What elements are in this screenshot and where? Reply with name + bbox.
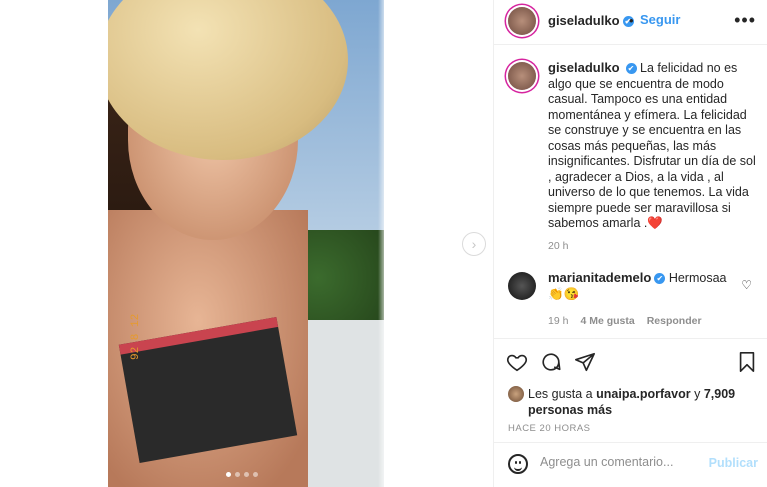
share-paper-plane-icon[interactable] [574, 351, 596, 373]
emoji-icon[interactable] [508, 454, 528, 474]
post-caption: giseladulko ✔ La felicidad no es algo que… [508, 60, 758, 252]
carousel-next-button[interactable]: › [462, 232, 486, 256]
photo-edge [378, 0, 384, 487]
chevron-right-icon: › [471, 236, 477, 252]
caption-time[interactable]: 20 h [548, 240, 568, 252]
commenter-avatar[interactable] [508, 272, 536, 300]
comment-text-block: marianitademelo ✔ Hermosaa👏😘 [548, 270, 758, 302]
comment-bubble-icon[interactable] [540, 351, 562, 373]
follow-button[interactable]: Seguir [640, 12, 680, 27]
more-options-icon[interactable]: ••• [734, 10, 756, 31]
carousel-dot [244, 472, 249, 477]
comment-like-heart-icon[interactable]: ♡ [741, 278, 752, 292]
comment-item: marianitademelo ✔ Hermosaa👏😘 ♡ 19 h 4 Me … [508, 270, 758, 327]
post-timeago[interactable]: HACE 20 HORAS [508, 423, 591, 434]
caption-text-block: giseladulko ✔ La felicidad no es algo que… [548, 60, 758, 232]
author-avatar[interactable] [508, 7, 536, 35]
commenter-username[interactable]: marianitademelo [548, 270, 651, 285]
liker-username[interactable]: unaipa.porfavor [596, 387, 690, 401]
likes-prefix: Les gusta a [528, 387, 593, 401]
comment-time[interactable]: 19 h [548, 315, 568, 327]
likes-summary: Les gusta a unaipa.porfavor y 7,909 pers… [508, 386, 758, 418]
liker-avatar[interactable] [508, 386, 524, 402]
post-media-area: 92 8 12 › [0, 0, 493, 487]
add-comment-bar: Publicar [494, 442, 767, 487]
like-heart-icon[interactable] [506, 351, 528, 373]
header-separator: • [629, 13, 634, 28]
carousel-dot [253, 472, 258, 477]
author-username[interactable]: giseladulko [548, 13, 620, 28]
post-side-panel: giseladulko ✔ • Seguir ••• giseladulko ✔ L… [493, 0, 767, 487]
comment-input[interactable] [540, 455, 700, 469]
verified-badge-icon: ✔ [654, 273, 666, 285]
author-username-container: giseladulko ✔ [548, 13, 634, 28]
publish-button[interactable]: Publicar [709, 456, 758, 470]
post-header: giseladulko ✔ • Seguir ••• [494, 0, 767, 45]
caption-username[interactable]: giseladulko [548, 60, 620, 75]
carousel-dot [235, 472, 240, 477]
save-bookmark-icon[interactable] [736, 351, 758, 373]
comment-meta: 19 h 4 Me gusta Responder [548, 315, 702, 327]
photo-date-stamp: 92 8 12 [130, 313, 142, 360]
post-actions-bar [494, 338, 767, 379]
reply-button[interactable]: Responder [647, 315, 702, 327]
post-photo[interactable]: 92 8 12 [108, 0, 384, 487]
comment-likes[interactable]: 4 Me gusta [580, 315, 634, 327]
likes-text: Les gusta a unaipa.porfavor y 7,909 pers… [528, 386, 758, 418]
verified-badge-icon: ✔ [625, 63, 637, 75]
likes-conj: y [694, 387, 701, 401]
caption-avatar[interactable] [508, 62, 536, 90]
carousel-dots [226, 472, 258, 477]
caption-text: La felicidad no es algo que se encuentra… [548, 61, 756, 230]
carousel-dot [226, 472, 231, 477]
